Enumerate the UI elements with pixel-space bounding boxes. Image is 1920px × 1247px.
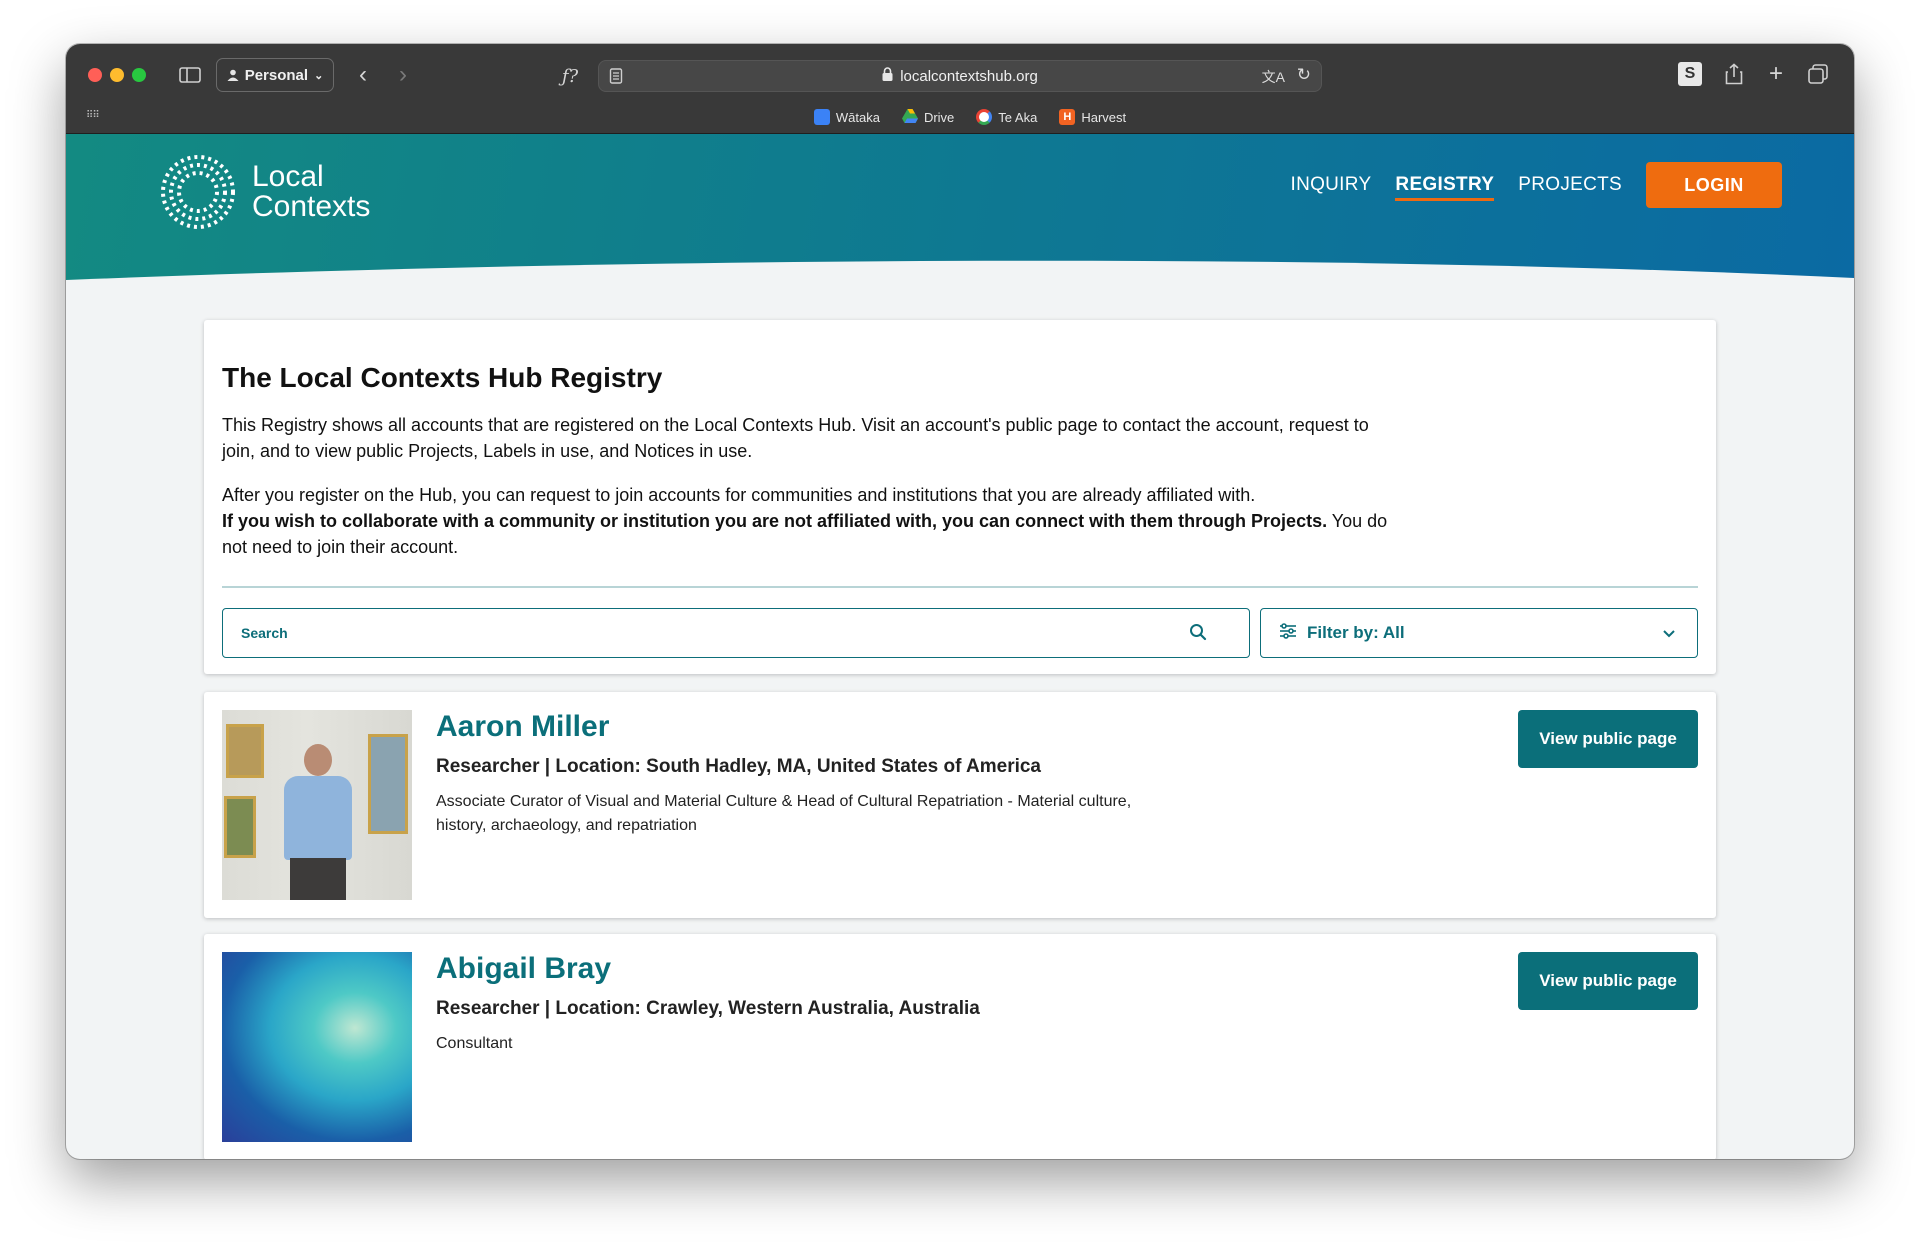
extension-s-icon[interactable]: S	[1678, 62, 1702, 86]
calendar-icon	[813, 109, 830, 125]
reload-icon[interactable]: ↻	[1297, 65, 1311, 85]
favorite-wataka[interactable]: Wātaka	[813, 106, 880, 128]
nav-registry[interactable]: REGISTRY	[1395, 174, 1495, 201]
zoom-window-button[interactable]	[132, 68, 146, 82]
profile-photo	[222, 710, 412, 900]
entry-meta: Researcher | Location: South Hadley, MA,…	[436, 756, 1042, 777]
close-window-button[interactable]	[88, 68, 102, 82]
favorite-harvest[interactable]: H Harvest	[1059, 106, 1126, 128]
nav-inquiry[interactable]: INQUIRY	[1290, 174, 1371, 201]
lock-icon	[882, 67, 893, 85]
site-header: Local Contexts INQUIRY REGISTRY PROJECTS…	[66, 134, 1854, 296]
entry-description: Associate Curator of Visual and Material…	[436, 793, 1132, 834]
logo-wordmark: Local Contexts	[252, 160, 371, 223]
translate-icon[interactable]: 文A	[1262, 67, 1285, 87]
tab-overview-icon[interactable]	[1806, 62, 1830, 86]
favorite-drive[interactable]: Drive	[901, 106, 954, 128]
divider	[222, 586, 1698, 588]
url-text: localcontextshub.org	[900, 67, 1038, 85]
search-placeholder: Search	[241, 625, 288, 641]
profile-selector[interactable]: Personal ⌄	[216, 58, 334, 92]
person-icon	[227, 69, 239, 81]
filter-dropdown[interactable]: Filter by: All	[1260, 608, 1698, 658]
sliders-icon	[1279, 622, 1297, 644]
entry-name[interactable]: Aaron Miller	[436, 710, 609, 744]
search-icon[interactable]	[1189, 623, 1207, 644]
entry-description: Consultant	[436, 1035, 513, 1052]
sidebar-toggle-icon[interactable]	[178, 64, 202, 86]
reader-extension-icon[interactable]: ƒ?	[554, 62, 586, 90]
local-contexts-logo-icon	[161, 155, 235, 229]
profile-image	[222, 952, 412, 1142]
forward-icon[interactable]: ›	[392, 60, 414, 90]
header-wave	[66, 260, 1854, 296]
intro-paragraph: This Registry shows all accounts that ar…	[222, 415, 1369, 461]
page-icon	[609, 68, 623, 88]
entry-name[interactable]: Abigail Bray	[436, 952, 611, 986]
chevron-down-icon: ⌄	[314, 69, 324, 82]
view-public-page-button[interactable]: View public page	[1518, 952, 1698, 1010]
search-input[interactable]: Search	[222, 608, 1250, 658]
address-bar[interactable]: localcontextshub.org 文A ↻	[598, 60, 1322, 92]
filter-label: Filter by: All	[1307, 623, 1405, 642]
main-nav: INQUIRY REGISTRY PROJECTS	[1290, 174, 1622, 201]
profile-label: Personal	[244, 66, 309, 84]
browser-window: Personal ⌄ ‹ › ƒ? localcontextshub.org 文…	[66, 44, 1854, 1159]
new-tab-icon[interactable]: +	[1764, 60, 1788, 88]
minimize-window-button[interactable]	[110, 68, 124, 82]
intro-paragraph-2: After you register on the Hub, you can r…	[222, 485, 1388, 557]
page-title: The Local Contexts Hub Registry	[222, 362, 663, 393]
favorite-te-aka[interactable]: Te Aka	[976, 106, 1037, 128]
share-icon[interactable]	[1722, 60, 1746, 88]
login-button[interactable]: LOGIN	[1646, 162, 1782, 208]
drive-icon	[901, 108, 918, 126]
chevron-down-icon	[1661, 625, 1677, 646]
harvest-icon: H	[1059, 109, 1076, 125]
browser-toolbar: Personal ⌄ ‹ › ƒ? localcontextshub.org 文…	[66, 44, 1854, 134]
back-icon[interactable]: ‹	[352, 60, 374, 90]
site-logo[interactable]: Local Contexts	[158, 152, 370, 232]
entry-meta: Researcher | Location: Crawley, Western …	[436, 998, 980, 1019]
registry-intro-card: The Local Contexts Hub Registry This Reg…	[204, 320, 1716, 674]
favorites-bar: Wātaka Drive Te Aka H Harvest	[66, 106, 1854, 128]
google-icon	[976, 109, 993, 125]
view-public-page-button[interactable]: View public page	[1518, 710, 1698, 768]
registry-entry: Aaron Miller Researcher | Location: Sout…	[204, 692, 1716, 918]
nav-projects[interactable]: PROJECTS	[1518, 174, 1622, 201]
registry-entry: Abigail Bray Researcher | Location: Craw…	[204, 934, 1716, 1159]
